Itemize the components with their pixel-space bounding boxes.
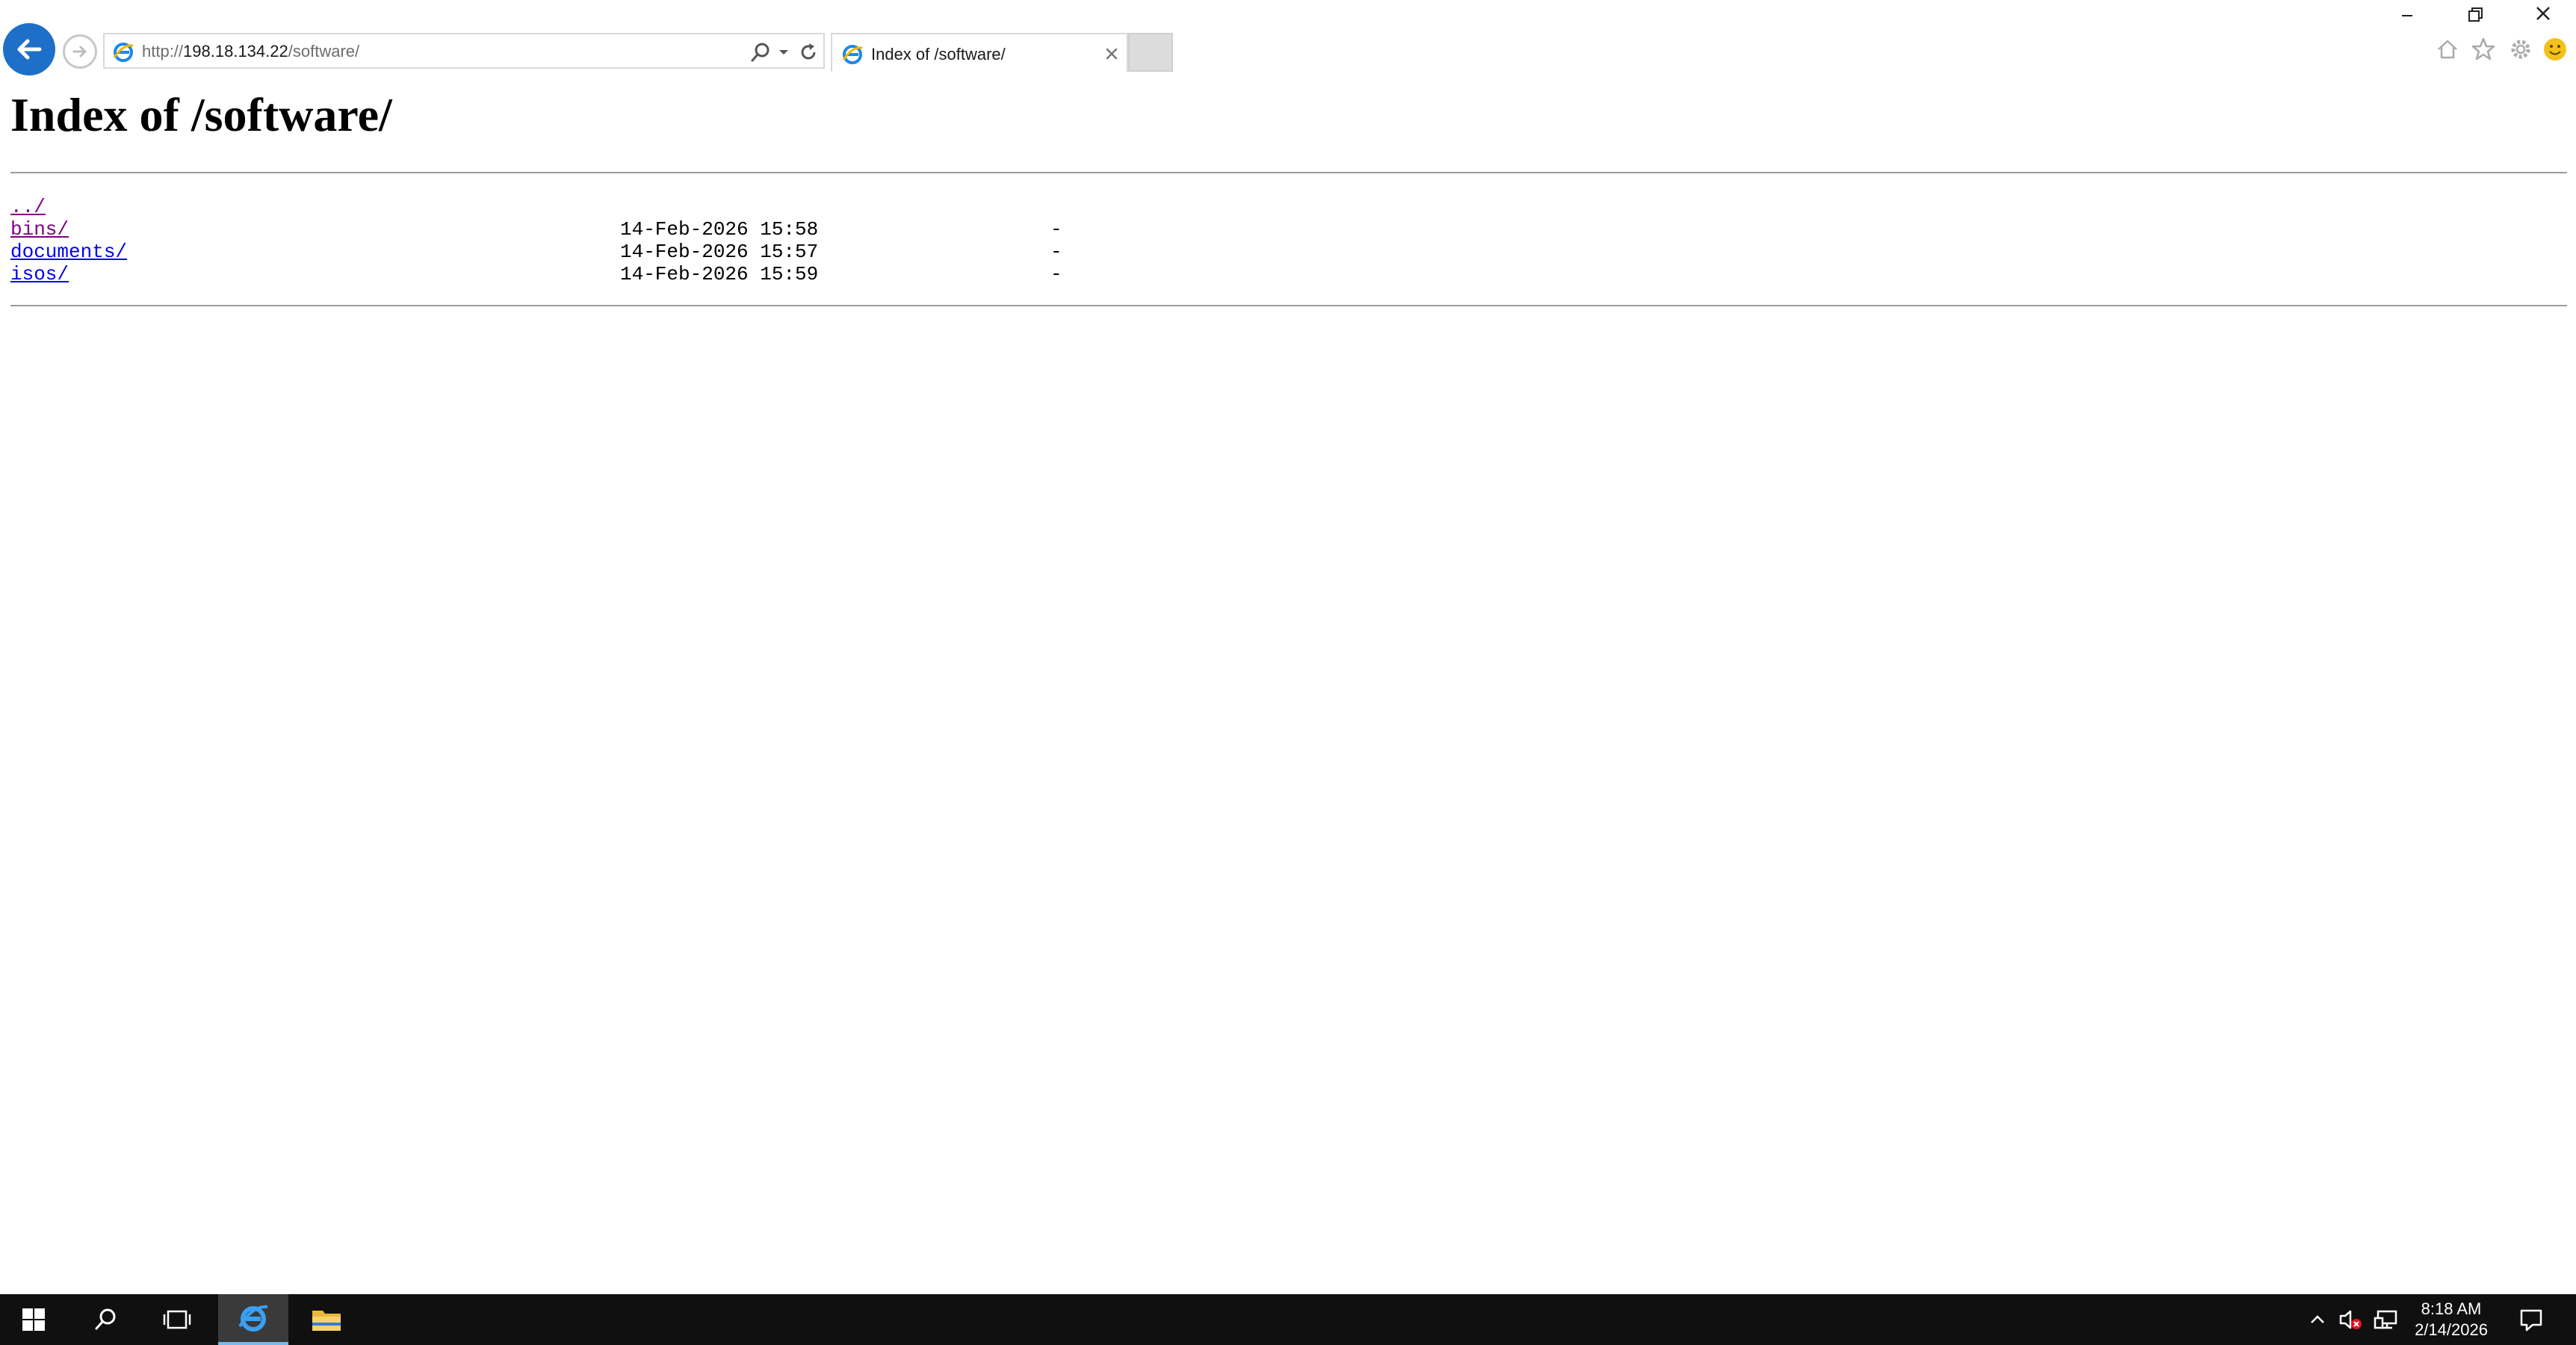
taskbar-search-button[interactable] bbox=[72, 1294, 139, 1345]
speaker-muted-icon bbox=[2339, 1310, 2362, 1329]
back-arrow-icon bbox=[17, 39, 42, 60]
list-item: bins/ 14-Feb-2026 15:58 - bbox=[10, 218, 1062, 241]
divider bbox=[10, 305, 2567, 306]
ie-icon bbox=[238, 1305, 268, 1332]
taskbar: 8:18 AM 2/14/2026 bbox=[0, 1294, 2576, 1345]
close-icon[interactable] bbox=[2528, 3, 2558, 28]
address-scheme: http:// bbox=[142, 42, 184, 61]
entry-date: 14-Feb-2026 15:57 bbox=[620, 241, 819, 263]
notification-icon bbox=[2520, 1309, 2542, 1332]
list-item: isos/ 14-Feb-2026 15:59 - bbox=[10, 263, 1062, 285]
action-center-button[interactable] bbox=[2516, 1305, 2546, 1335]
forward-arrow-icon bbox=[72, 46, 87, 58]
entry-date: 14-Feb-2026 15:58 bbox=[620, 218, 819, 241]
tab-title: Index of /software/ bbox=[871, 45, 1006, 64]
entry-link[interactable]: isos/ bbox=[10, 263, 69, 285]
search-icon[interactable] bbox=[749, 40, 773, 64]
taskview-icon bbox=[163, 1310, 191, 1329]
back-button[interactable] bbox=[3, 23, 55, 75]
gear-icon[interactable] bbox=[2506, 34, 2536, 64]
smiley-icon[interactable] bbox=[2540, 34, 2570, 64]
network-button[interactable] bbox=[2371, 1305, 2401, 1335]
entry-size: - bbox=[1050, 241, 1062, 263]
address-bar[interactable]: http://198.18.134.22/software/ bbox=[103, 33, 825, 69]
refresh-icon[interactable] bbox=[796, 40, 820, 64]
taskbar-ie-button[interactable] bbox=[218, 1294, 288, 1345]
address-url[interactable]: http://198.18.134.22/software/ bbox=[142, 42, 359, 61]
close-icon[interactable] bbox=[1103, 45, 1121, 63]
taskbar-file-explorer-button[interactable] bbox=[293, 1294, 360, 1345]
volume-button[interactable] bbox=[2335, 1305, 2365, 1335]
clock-date: 2/14/2026 bbox=[2415, 1320, 2488, 1339]
directory-listing: ../ bins/ 14-Feb-2026 15:58 - documents/… bbox=[10, 196, 1062, 285]
show-hidden-icons-button[interactable] bbox=[2303, 1305, 2332, 1335]
entry-size: - bbox=[1050, 218, 1062, 241]
clock-time: 8:18 AM bbox=[2421, 1299, 2482, 1318]
search-icon bbox=[95, 1308, 116, 1330]
browser-chrome: http://198.18.134.22/software/ Index of … bbox=[0, 0, 2576, 85]
home-icon[interactable] bbox=[2433, 34, 2462, 64]
star-icon[interactable] bbox=[2468, 34, 2498, 64]
entry-size: - bbox=[1050, 263, 1062, 285]
taskbar-clock[interactable]: 8:18 AM 2/14/2026 bbox=[2403, 1299, 2500, 1341]
restore-icon[interactable] bbox=[2459, 3, 2489, 28]
start-button[interactable] bbox=[0, 1294, 67, 1345]
parent-directory-link[interactable]: ../ bbox=[10, 196, 46, 218]
minimize-icon[interactable] bbox=[2392, 3, 2422, 28]
address-host: 198.18.134.22 bbox=[183, 42, 288, 61]
tab-active[interactable]: Index of /software/ bbox=[831, 33, 1128, 72]
dropdown-icon[interactable] bbox=[775, 40, 792, 64]
ie-icon bbox=[113, 43, 134, 62]
new-tab-button[interactable] bbox=[1128, 33, 1173, 72]
list-item: ../ bbox=[10, 196, 127, 218]
ie-icon bbox=[842, 45, 863, 64]
forward-button[interactable] bbox=[63, 34, 97, 69]
entry-link[interactable]: bins/ bbox=[10, 218, 69, 241]
windows-start-icon bbox=[22, 1308, 45, 1331]
chevron-up-icon bbox=[2311, 1315, 2324, 1323]
folder-icon bbox=[312, 1311, 341, 1331]
list-item: documents/ 14-Feb-2026 15:57 - bbox=[10, 241, 1062, 263]
address-path: /software/ bbox=[288, 42, 360, 61]
entry-date: 14-Feb-2026 15:59 bbox=[620, 263, 819, 285]
page-title: Index of /software/ bbox=[10, 88, 392, 141]
divider bbox=[10, 172, 2567, 173]
network-icon bbox=[2374, 1310, 2397, 1329]
entry-link[interactable]: documents/ bbox=[10, 241, 127, 263]
task-view-button[interactable] bbox=[143, 1294, 211, 1345]
